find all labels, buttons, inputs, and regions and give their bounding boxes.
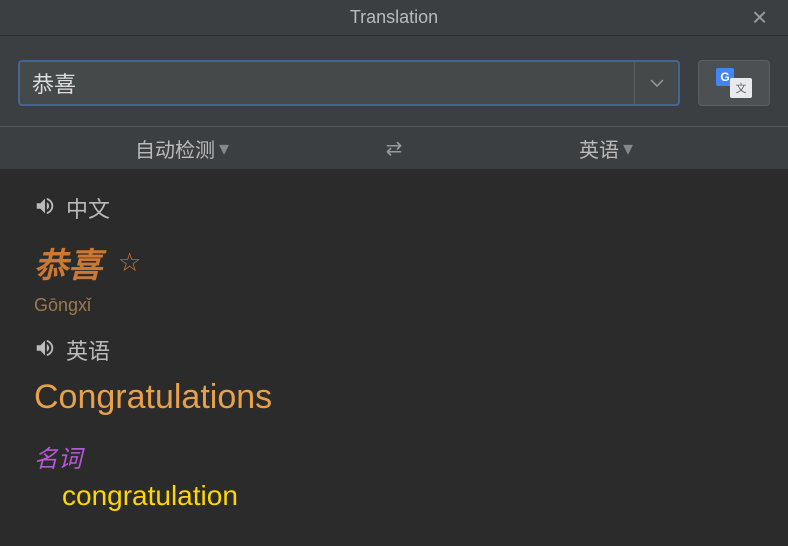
title-bar: Translation ✕ [0,0,788,36]
search-input[interactable] [20,62,634,104]
definition-word: congratulation [34,480,754,512]
detected-language-row: 中文 [34,192,754,224]
search-history-dropdown[interactable] [634,62,678,104]
source-language-selector[interactable]: 自动检测 ▾ [0,134,364,163]
window-title: Translation [350,7,438,28]
target-language: 英语 [66,334,110,366]
chevron-down-icon [650,79,664,87]
swap-icon: ⇄ [386,136,403,161]
language-bar: 自动检测 ▾ ⇄ 英语 ▾ [0,126,788,170]
source-word: 恭喜 [34,238,102,287]
search-row: G 文 [0,36,788,126]
swap-languages-button[interactable]: ⇄ [364,136,424,161]
speaker-icon[interactable] [34,195,56,222]
chevron-down-icon: ▾ [623,136,633,161]
source-word-row: 恭喜 ☆ [34,238,754,287]
chevron-down-icon: ▾ [219,136,229,161]
result-content: 中文 恭喜 ☆ Gōngxǐ 英语 Congratulations 名词 con… [0,170,788,546]
google-translate-button[interactable]: G 文 [698,60,770,106]
detected-language: 中文 [66,192,110,224]
target-language-label: 英语 [579,134,619,163]
source-language-label: 自动检测 [135,134,215,163]
close-icon[interactable]: ✕ [743,1,776,34]
target-language-selector[interactable]: 英语 ▾ [424,134,788,163]
speaker-icon[interactable] [34,337,56,364]
part-of-speech: 名词 [34,439,754,474]
pinyin: Gōngxǐ [34,295,754,316]
target-language-row: 英语 [34,334,754,366]
star-icon[interactable]: ☆ [118,247,141,278]
translation-text: Congratulations [34,378,754,417]
search-box [18,60,680,106]
google-translate-icon: G 文 [716,68,752,98]
